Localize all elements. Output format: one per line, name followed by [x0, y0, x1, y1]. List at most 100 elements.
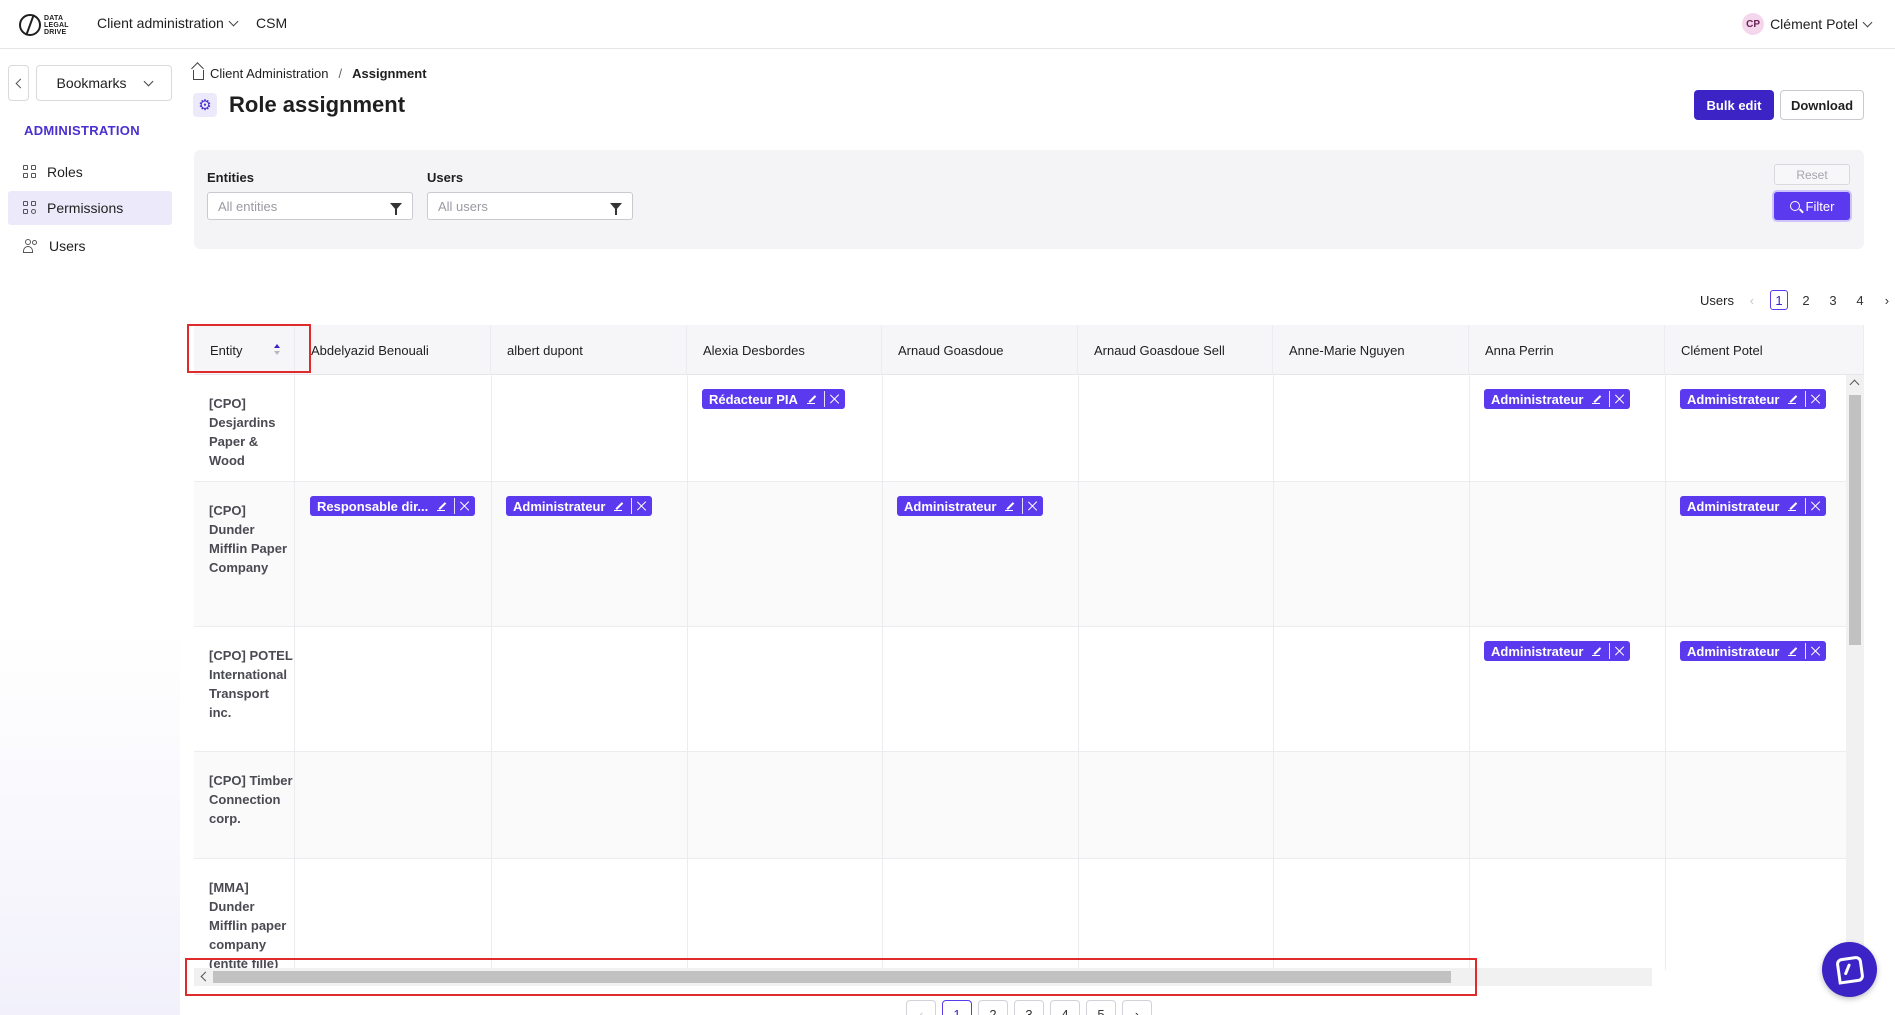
scroll-up-icon[interactable] [1849, 379, 1860, 390]
close-icon[interactable] [1614, 645, 1626, 657]
column-divider [687, 627, 688, 751]
chat-help-icon [1834, 954, 1865, 985]
filter-button[interactable]: Filter [1774, 192, 1850, 220]
pager-page-4[interactable]: 4 [1050, 1000, 1080, 1015]
pencil-icon[interactable] [1591, 645, 1603, 657]
pencil-icon[interactable] [806, 393, 818, 405]
logo-text: DATA LEGAL DRIVE [44, 14, 69, 36]
column-divider [491, 375, 492, 481]
user-column-header: Alexia Desbordes [687, 325, 882, 375]
logo-mark-icon [19, 14, 41, 36]
reset-button[interactable]: Reset [1774, 164, 1850, 185]
close-icon[interactable] [1810, 393, 1822, 405]
filter-panel: Entities All entities Users All users Re… [194, 150, 1864, 249]
user-column-header: Clément Potel [1665, 325, 1864, 375]
pager-page-4[interactable]: 4 [1851, 290, 1869, 310]
pager-page-3[interactable]: 3 [1824, 290, 1842, 310]
role-tag: Responsable dir... [310, 496, 476, 516]
sidebar-item-label: Roles [47, 164, 83, 180]
pencil-icon[interactable] [1787, 393, 1799, 405]
entity-cell: [MMA] Dunder Mifflin paper company (enti… [194, 859, 295, 970]
pager-next-button[interactable]: › [1878, 290, 1895, 310]
pager-page-2[interactable]: 2 [978, 1000, 1008, 1015]
chevron-left-icon [15, 78, 25, 88]
search-icon [1789, 201, 1800, 211]
vertical-scrollbar[interactable] [1846, 375, 1864, 970]
sidebar: Bookmarks ADMINISTRATION Roles Permissio… [0, 49, 180, 1015]
pager-page-2[interactable]: 2 [1797, 290, 1815, 310]
sidebar-item-roles[interactable]: Roles [8, 155, 172, 189]
nav-client-administration[interactable]: Client administration [97, 15, 239, 31]
column-divider [1469, 859, 1470, 970]
tag-divider [1609, 643, 1611, 659]
close-icon[interactable] [829, 393, 841, 405]
horizontal-scrollbar[interactable] [194, 968, 1652, 986]
scroll-left-icon[interactable] [200, 971, 211, 982]
pager-page-1[interactable]: 1 [942, 1000, 972, 1015]
bookmarks-dropdown[interactable]: Bookmarks [36, 65, 172, 101]
close-icon[interactable] [1614, 393, 1626, 405]
column-divider [491, 482, 492, 626]
column-divider [1273, 482, 1274, 626]
users-pager-label: Users [1700, 292, 1734, 308]
entity-header-label: Entity [210, 342, 243, 358]
tag-divider [1609, 391, 1611, 407]
column-divider [1078, 375, 1079, 481]
sidebar-item-label: Permissions [47, 200, 124, 216]
collapse-sidebar-button[interactable] [8, 65, 29, 101]
users-filter-select[interactable]: All users [427, 192, 633, 220]
bulk-edit-button[interactable]: Bulk edit [1694, 90, 1774, 120]
pager-page-1[interactable]: 1 [1769, 290, 1788, 310]
entities-pager: ‹ 1 2 3 4 5 › [906, 1000, 1152, 1015]
scrollbar-thumb[interactable] [213, 971, 1451, 983]
pager-page-5[interactable]: 5 [1086, 1000, 1116, 1015]
pencil-icon[interactable] [1004, 500, 1016, 512]
breadcrumb: Client Administration / Assignment [193, 66, 427, 81]
pager-prev-button[interactable]: ‹ [1743, 290, 1761, 310]
role-tag-label: Administrateur [513, 498, 606, 514]
entities-filter-select[interactable]: All entities [207, 192, 413, 220]
pencil-icon[interactable] [1787, 500, 1799, 512]
entity-column-header[interactable]: Entity [194, 325, 295, 375]
chevron-down-icon [228, 16, 239, 26]
close-icon[interactable] [1810, 645, 1822, 657]
scrollbar-thumb[interactable] [1849, 395, 1861, 645]
close-icon[interactable] [1027, 500, 1039, 512]
column-divider [1078, 752, 1079, 858]
pencil-icon[interactable] [1591, 393, 1603, 405]
pager-next-button[interactable]: › [1122, 1000, 1152, 1015]
sidebar-item-users[interactable]: Users [8, 229, 172, 263]
close-icon[interactable] [459, 500, 471, 512]
user-column-header: albert dupont [491, 325, 687, 375]
nav-csm-label: CSM [256, 15, 288, 31]
role-tag-label: Administrateur [904, 498, 997, 514]
top-navbar: DATA LEGAL DRIVE Client administration C… [0, 0, 1895, 49]
gear-icon: ⚙ [193, 93, 217, 117]
data-legal-drive-logo[interactable]: DATA LEGAL DRIVE [19, 10, 71, 40]
column-divider [1665, 752, 1666, 858]
pager-prev-button[interactable]: ‹ [906, 1000, 936, 1015]
funnel-icon [610, 202, 622, 215]
column-divider [687, 752, 688, 858]
pencil-icon[interactable] [436, 500, 448, 512]
table-row: [CPO] Desjardins Paper & Wood Rédacteur P… [194, 375, 1864, 482]
role-tag-label: Administrateur [1491, 643, 1584, 659]
pencil-icon[interactable] [1787, 645, 1799, 657]
column-divider [491, 752, 492, 858]
breadcrumb-root-link[interactable]: Client Administration [210, 66, 329, 81]
column-divider [1273, 627, 1274, 751]
chevron-down-icon [1862, 17, 1873, 27]
role-tag-label: Administrateur [1687, 391, 1780, 407]
nav-csm[interactable]: CSM [256, 15, 287, 31]
table-row: [CPO] Timber Connection corp. [194, 752, 1864, 859]
user-menu[interactable]: CP Clément Potel [1742, 13, 1873, 35]
close-icon[interactable] [636, 500, 648, 512]
sidebar-item-permissions[interactable]: Permissions [8, 191, 172, 225]
pencil-icon[interactable] [613, 500, 625, 512]
pager-page-3[interactable]: 3 [1014, 1000, 1044, 1015]
role-tag-label: Responsable dir... [317, 498, 429, 514]
role-tag: Administrateur [1484, 641, 1631, 661]
download-button[interactable]: Download [1780, 90, 1864, 120]
help-chat-button[interactable] [1822, 942, 1877, 997]
close-icon[interactable] [1810, 500, 1822, 512]
